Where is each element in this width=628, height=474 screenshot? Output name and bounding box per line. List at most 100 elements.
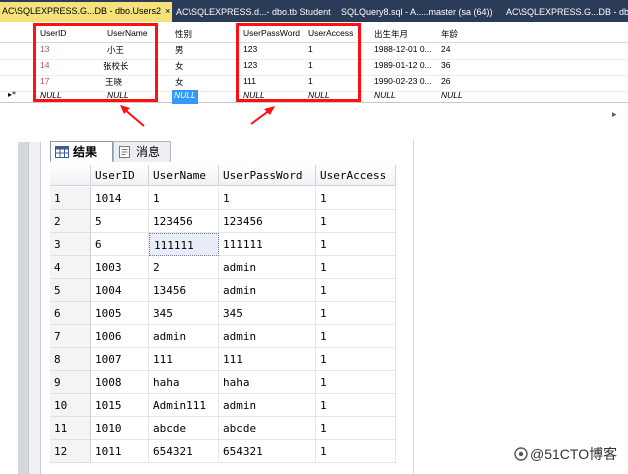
tab-dbo-tb-student[interactable]: AC\SQLEXPRESS.d...- dbo.tb Student [176,3,331,22]
cell-userpassword[interactable]: 123456 [219,210,316,233]
cell-username[interactable]: haha [149,371,219,394]
cell-gender[interactable]: 男 [175,44,184,58]
row-number[interactable]: 1 [50,187,91,210]
close-icon[interactable]: × [165,6,170,16]
cell-userid[interactable]: 1005 [91,302,149,325]
cell-userid[interactable]: 1010 [91,417,149,440]
panel-right-edge [413,139,414,474]
cell-useraccess[interactable]: 1 [316,440,396,463]
cell-userpassword[interactable]: 345 [219,302,316,325]
tab-dbo-u[interactable]: AC\SQLEXPRESS.G...DB - dbo.U [506,3,628,22]
cell-useraccess[interactable]: 1 [316,325,396,348]
cell-username[interactable]: abcde [149,417,219,440]
cell-useraccess[interactable]: 1 [316,256,396,279]
row-number-header [50,165,91,186]
cell-gender[interactable]: 女 [175,76,184,90]
cell-userid[interactable]: 6 [91,233,149,256]
selected-cell-username[interactable]: 111111 [149,233,219,256]
cell-userpassword[interactable]: 111 [219,348,316,371]
cell-username[interactable]: 2 [149,256,219,279]
tab-label: AC\SQLEXPRESS.G...DB - dbo.Users2 [2,6,162,16]
cell-useraccess[interactable]: 1 [316,279,396,302]
cell-userid[interactable]: 1014 [91,187,149,210]
tab-results-label: 结果 [73,145,98,159]
tab-label: AC\SQLEXPRESS.G...DB - dbo.U [506,7,628,17]
cell-null[interactable]: NULL [374,90,396,104]
row-number[interactable]: 4 [50,256,91,279]
cell-birthdate[interactable]: 1988-12-01 0... [374,44,432,58]
tab-sqlquery8[interactable]: SQLQuery8.sql - A.....master (sa (64)) [341,3,493,22]
cell-userpassword[interactable]: admin [219,256,316,279]
column-header-useraccess[interactable]: UserAccess [316,165,396,186]
tab-dbo-users2[interactable]: AC\SQLEXPRESS.G...DB - dbo.Users2 × [0,2,172,22]
scroll-right-icon[interactable]: ▸ [612,110,617,120]
row-number[interactable]: 6 [50,302,91,325]
cell-userpassword[interactable]: 654321 [219,440,316,463]
cell-null[interactable]: NULL [441,90,463,104]
cell-userid[interactable]: 1011 [91,440,149,463]
cell-userid[interactable]: 1007 [91,348,149,371]
row-number[interactable]: 9 [50,371,91,394]
cell-userid[interactable]: 5 [91,210,149,233]
cell-username[interactable]: 1 [149,187,219,210]
results-grid: UserID UserName UserPassWord UserAccess … [46,163,413,474]
cell-username[interactable]: 345 [149,302,219,325]
cell-useraccess[interactable]: 1 [316,187,396,210]
cell-gender[interactable]: 女 [175,60,184,74]
tab-label: SQLQuery8.sql - A.....master (sa (64)) [341,7,493,17]
row-number[interactable]: 5 [50,279,91,302]
cell-useraccess[interactable]: 1 [316,394,396,417]
column-header-gender[interactable]: 性别 [175,28,192,42]
column-header-birthdate[interactable]: 出生年月 [374,28,408,42]
cell-userid[interactable]: 1015 [91,394,149,417]
cell-userpassword[interactable]: admin [219,394,316,417]
cell-age[interactable]: 26 [441,76,450,90]
cell-userid[interactable]: 1004 [91,279,149,302]
cell-userid[interactable]: 1006 [91,325,149,348]
cell-useraccess[interactable]: 1 [316,302,396,325]
cell-useraccess[interactable]: 1 [316,233,396,256]
highlight-box-password-access [236,23,361,102]
cell-age[interactable]: 36 [441,60,450,74]
cell-username[interactable]: 13456 [149,279,219,302]
cell-username[interactable]: admin [149,325,219,348]
cell-userpassword[interactable]: 1 [219,187,316,210]
cell-useraccess[interactable]: 1 [316,348,396,371]
cell-userpassword[interactable]: haha [219,371,316,394]
tab-label: AC\SQLEXPRESS.d...- dbo.tb Student [176,7,331,17]
cell-useraccess[interactable]: 1 [316,417,396,440]
cell-userpassword[interactable]: abcde [219,417,316,440]
watermark: @51CTO博客 [514,444,617,464]
cell-useraccess[interactable]: 1 [316,210,396,233]
column-header-userpassword[interactable]: UserPassWord [219,165,316,186]
cell-userpassword[interactable]: 111111 [219,233,316,256]
cell-age[interactable]: 24 [441,44,450,58]
tab-messages[interactable]: 消息 [113,141,171,162]
row-number[interactable]: 3 [50,233,91,256]
row-number[interactable]: 11 [50,417,91,440]
cell-username[interactable]: 654321 [149,440,219,463]
column-header-userid[interactable]: UserID [91,165,149,186]
cell-birthdate[interactable]: 1990-02-23 0... [374,76,432,90]
highlight-box-userid-username [33,23,158,102]
row-number[interactable]: 7 [50,325,91,348]
column-header-username[interactable]: UserName [149,165,219,186]
cell-userid[interactable]: 1003 [91,256,149,279]
cell-username[interactable]: 111 [149,348,219,371]
cell-userid[interactable]: 1008 [91,371,149,394]
cell-username[interactable]: 123456 [149,210,219,233]
cell-userpassword[interactable]: admin [219,325,316,348]
column-header-age[interactable]: 年龄 [441,28,458,42]
selected-cell-null[interactable]: NULL [172,90,198,104]
red-arrow-icon [250,106,275,125]
watermark-logo-icon [514,447,528,461]
cell-useraccess[interactable]: 1 [316,371,396,394]
cell-birthdate[interactable]: 1989-01-12 0... [374,60,432,74]
tab-results[interactable]: 结果 [50,141,113,162]
row-number[interactable]: 10 [50,394,91,417]
row-number[interactable]: 12 [50,440,91,463]
row-number[interactable]: 8 [50,348,91,371]
cell-username[interactable]: Admin111 [149,394,219,417]
cell-userpassword[interactable]: admin [219,279,316,302]
row-number[interactable]: 2 [50,210,91,233]
